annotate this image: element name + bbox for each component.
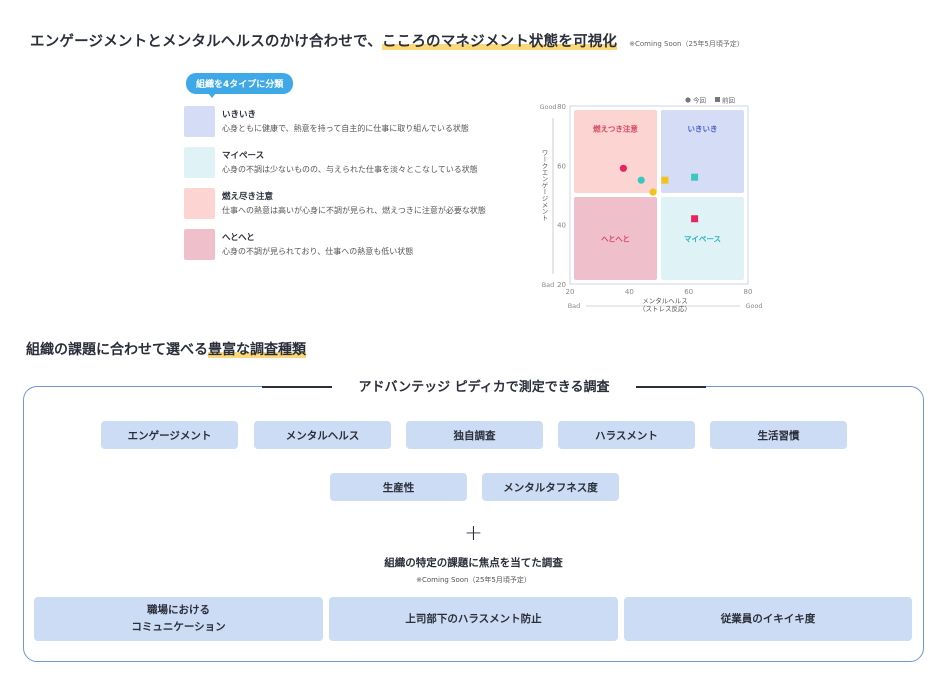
y-bad-label: Bad [542, 281, 555, 289]
survey-tag-engagement[interactable]: エンゲージメント [101, 421, 238, 449]
x-axis-label-sub: （ストレス反応） [639, 304, 691, 313]
type-swatch [184, 188, 215, 219]
survey-box: アドバンテッジ ピディカで測定できる調査 エンゲージメント メンタルヘルス 独自… [23, 376, 924, 662]
data-point-previous [661, 176, 669, 184]
x-tick-label: 60 [684, 288, 693, 296]
x-tick-label: 80 [744, 288, 753, 296]
type-name: いきいき [222, 110, 257, 120]
legend-circle-icon [685, 97, 691, 103]
focus-tag-vitality[interactable]: 従業員のイキイキ度 [624, 597, 912, 641]
survey-box-title: アドバンテッジ ピディカで測定できる調査 [262, 376, 706, 395]
quadrant-label: いきいき [688, 125, 718, 134]
quadrant-chart: 燃えつき注意 いきいきへとへと マイペース 20 40 60 80 80 60 40 20 Good B… [528, 88, 768, 318]
quadrant-1 [661, 110, 744, 193]
survey-heading-highlight: 豊富な調査種類 [208, 342, 306, 358]
type-burnout: 燃え尽き注意仕事への熱意は高いが心身に不調が見られ、燃えつきに注意が必要な状態 [184, 188, 529, 229]
type-ikiiki: いきいき心身ともに健康で、熱意を持って自主的に仕事に取り組んでいる状態 [184, 106, 529, 147]
survey-tag-productivity[interactable]: 生産性 [330, 473, 467, 501]
y-good-label: Good [539, 103, 556, 111]
classification-badge: 組織を4タイプに分類 [186, 73, 294, 98]
type-name: マイペース [222, 151, 265, 161]
survey-heading-text: 組織の課題に合わせて選べる [26, 342, 208, 358]
type-list: いきいき心身ともに健康で、熱意を持って自主的に仕事に取り組んでいる状態 マイペー… [184, 106, 529, 270]
type-desc: 心身の不調は少ないものの、与えられた仕事を淡々とこなしている状態 [222, 165, 478, 174]
plus-icon: + [464, 521, 483, 546]
title-highlight: こころのマネジメント状態を可視化 [381, 34, 618, 50]
focus-coming-soon-note: ※Coming Soon（25年5月頃予定） [416, 576, 531, 584]
data-point-previous [691, 215, 699, 223]
type-exhausted: へとへと心身の不調が見られており、仕事への熱意も低い状態 [184, 229, 529, 270]
x-axis-label: メンタルヘルス [642, 296, 688, 305]
x-bad-label: Bad [568, 302, 581, 310]
data-point-current [637, 176, 645, 184]
type-name: 燃え尽き注意 [222, 192, 274, 202]
survey-heading: 組織の課題に合わせて選べる豊富な調査種類 [26, 339, 306, 359]
survey-tag-mental-health[interactable]: メンタルヘルス [254, 421, 391, 449]
quadrant-label: 燃えつき注意 [593, 124, 638, 134]
type-swatch [184, 147, 215, 178]
survey-tag-mental-toughness[interactable]: メンタルタフネス度 [482, 473, 619, 501]
quadrant-label: へとへと [601, 235, 630, 244]
type-desc: 仕事への熱意は高いが心身に不調が見られ、燃えつきに注意が必要な状態 [222, 206, 486, 215]
type-swatch [184, 106, 215, 137]
x-tick-label: 20 [566, 288, 575, 296]
y-tick-label: 60 [557, 162, 566, 170]
type-desc: 心身の不調が見られており、仕事への熱意も低い状態 [222, 247, 414, 256]
x-good-label: Good [745, 302, 762, 310]
type-desc: 心身ともに健康で、熱意を持って自主的に仕事に取り組んでいる状態 [222, 124, 469, 133]
y-tick-label: 40 [557, 222, 566, 230]
focus-survey-title: 組織の特定の課題に焦点を当てた調査 [384, 557, 563, 569]
quadrant-chart-svg: 燃えつき注意 いきいきへとへと マイペース 20 40 60 80 80 60 40 20 Good B… [539, 96, 762, 314]
survey-tag-original[interactable]: 独自調査 [406, 421, 543, 449]
type-name: へとへと [222, 233, 255, 243]
page-title: エンゲージメントとメンタルヘルスのかけ合わせで、こころのマネジメント状態を可視化… [30, 30, 744, 51]
type-mypace: マイペース心身の不調は少ないものの、与えられた仕事を淡々とこなしている状態 [184, 147, 529, 188]
type-swatch [184, 229, 215, 260]
survey-tag-lifestyle[interactable]: 生活習慣 [710, 421, 847, 449]
survey-tag-harassment[interactable]: ハラスメント [558, 421, 695, 449]
coming-soon-note: ※Coming Soon（25年5月頃予定） [629, 40, 744, 48]
data-point-current [619, 164, 627, 172]
legend-previous: 前回 [722, 96, 735, 105]
focus-tag-communication[interactable]: 職場における コミュニケーション [34, 597, 323, 641]
x-tick-label: 40 [625, 288, 634, 296]
data-point-current [649, 188, 657, 196]
y-tick-label: 20 [557, 281, 566, 289]
y-tick-label: 80 [557, 103, 566, 111]
quadrant-label: マイペース [684, 235, 721, 244]
y-axis-label: ワークエンゲージメント [540, 149, 548, 221]
legend-square-icon [715, 97, 720, 102]
legend-current: 今回 [693, 96, 706, 105]
data-point-previous [691, 173, 699, 181]
focus-tag-harassment-prevention[interactable]: 上司部下のハラスメント防止 [329, 597, 618, 641]
title-text: エンゲージメントとメンタルヘルスのかけ合わせで、 [30, 34, 382, 50]
